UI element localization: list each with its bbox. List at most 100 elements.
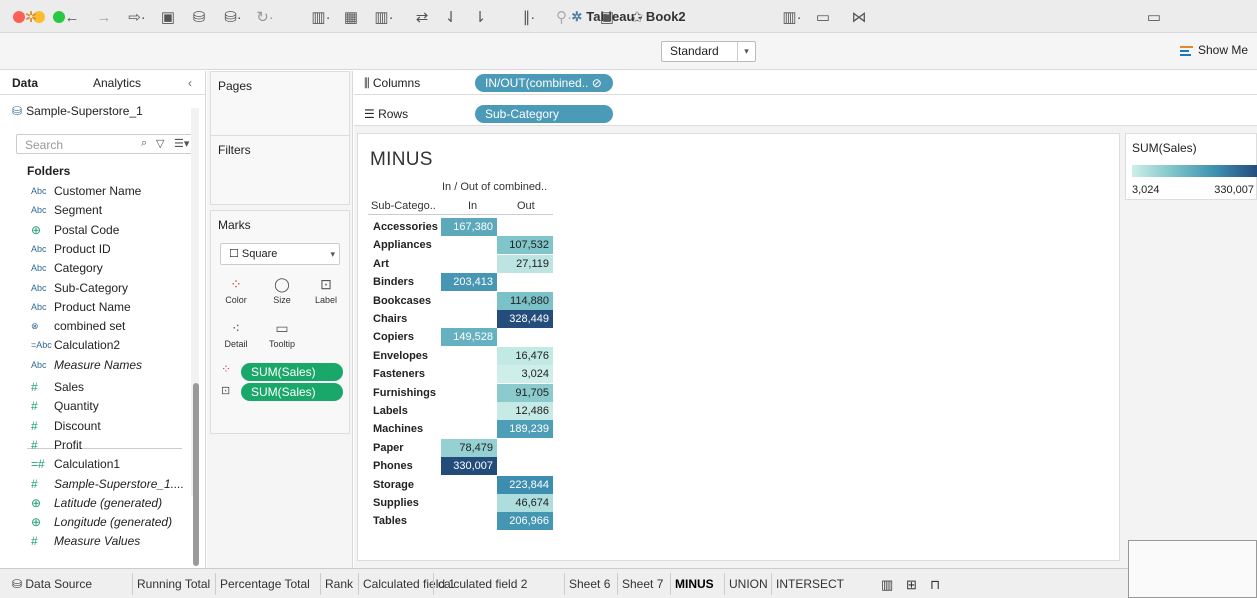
cell-out[interactable]: 27,119 — [497, 254, 553, 273]
tab-analytics[interactable]: Analytics — [93, 76, 141, 90]
new-dashboard-tab-icon[interactable]: ⊞ — [906, 577, 917, 593]
row-label[interactable]: Paper — [373, 439, 404, 457]
show-cards-icon[interactable]: ▥· — [776, 8, 808, 28]
sheet-tab[interactable]: Rank — [325, 577, 353, 591]
share-icon[interactable]: ⋈ — [849, 8, 869, 28]
search-icon[interactable]: ⌕ — [141, 137, 147, 150]
redo-icon[interactable]: → — [94, 8, 114, 28]
sheet-tab[interactable]: Percentage Total — [220, 577, 310, 591]
show-mark-labels-icon[interactable]: ▣ — [597, 8, 617, 28]
clear-sheet-icon[interactable]: ▥· — [368, 8, 400, 28]
cell-out[interactable]: 223,844 — [497, 475, 553, 494]
viz-canvas[interactable]: MINUS In / Out of combined.. Sub-Catego.… — [357, 133, 1120, 561]
datasource-item[interactable]: ⛁ Sample-Superstore_1 — [12, 104, 143, 118]
color-legend[interactable]: SUM(Sales) 3,024 330,007 — [1125, 133, 1257, 200]
tableau-home-icon[interactable]: ✲ — [20, 8, 42, 28]
row-label[interactable]: Art — [373, 255, 389, 273]
collapse-pane-icon[interactable]: ‹ — [188, 76, 192, 90]
view-options-icon[interactable]: ☰▾ — [174, 137, 189, 150]
tab-data[interactable]: Data — [12, 76, 38, 90]
filters-card[interactable]: Filters — [210, 135, 350, 205]
color-button[interactable]: ⁘ Color — [221, 273, 251, 313]
row-label[interactable]: Phones — [373, 457, 413, 475]
row-header-subcategory[interactable]: Sub-Catego.. — [371, 200, 436, 212]
cell-in[interactable]: 330,007 — [441, 457, 497, 476]
presentation-icon[interactable]: ▭ — [1143, 8, 1165, 28]
cell-in[interactable]: 167,380 — [441, 218, 497, 236]
column-header-in[interactable]: In — [468, 200, 477, 212]
sheet-tab[interactable]: MINUS — [675, 577, 714, 591]
row-label[interactable]: Envelopes — [373, 347, 428, 365]
mark-type-dropdown[interactable]: ☐ Square ▾ — [220, 243, 340, 265]
tooltip-button[interactable]: ▭ Tooltip — [267, 317, 297, 357]
rows-subcategory-pill[interactable]: Sub-Category — [475, 105, 613, 123]
row-label[interactable]: Supplies — [373, 494, 419, 512]
row-label[interactable]: Accessories — [373, 218, 438, 236]
sheet-tab[interactable]: Sheet 7 — [622, 577, 663, 591]
cell-out[interactable]: 16,476 — [497, 346, 553, 365]
pause-updates-icon[interactable]: ⛁· — [218, 8, 248, 28]
show-me-button[interactable]: Show Me — [1180, 43, 1248, 58]
sheet-tab[interactable]: INTERSECT — [776, 577, 844, 591]
cell-out[interactable]: 189,239 — [497, 420, 553, 439]
row-label[interactable]: Binders — [373, 273, 414, 291]
sheet-tab[interactable]: Sheet 6 — [569, 577, 610, 591]
sheet-tab[interactable]: UNION — [729, 577, 768, 591]
search-field[interactable]: Search ⌕ ▽ ☰▾ — [16, 134, 197, 154]
row-label[interactable]: Copiers — [373, 328, 414, 346]
cell-out[interactable]: 114,880 — [497, 291, 553, 310]
sort-ascending-icon[interactable]: ⇃ — [441, 8, 461, 28]
new-worksheet-tab-icon[interactable]: ▥ — [881, 577, 893, 593]
cell-out[interactable]: 91,705 — [497, 383, 553, 402]
highlight-icon[interactable]: ∥· — [513, 8, 545, 28]
row-label[interactable]: Chairs — [373, 310, 407, 328]
sheet-tab[interactable]: Running Total — [137, 577, 210, 591]
columns-shelf[interactable]: ⫼ Columns IN/OUT(combined.. ⊘ — [354, 71, 1257, 95]
sheet-preview-thumbnail[interactable] — [1128, 540, 1257, 598]
group-members-icon[interactable]: ⚲· — [548, 8, 580, 28]
fit-dropdown[interactable]: Standard ▾ — [661, 41, 756, 62]
filter-icon[interactable]: ▽ — [156, 137, 164, 150]
cell-in[interactable]: 78,479 — [441, 438, 497, 457]
refresh-icon[interactable]: ↻· — [250, 8, 280, 28]
paste-icon[interactable]: ⇨· — [120, 8, 154, 28]
color-sales-pill[interactable]: SUM(Sales) — [241, 363, 343, 381]
row-label[interactable]: Labels — [373, 402, 408, 420]
detail-button[interactable]: ⁖ Detail — [221, 317, 251, 357]
data-source-tab[interactable]: ⛁ Data Source — [12, 577, 92, 591]
cell-out[interactable]: 328,449 — [497, 310, 553, 328]
new-datasource-icon[interactable]: ⛁ — [189, 8, 209, 28]
size-button[interactable]: ◯ Size — [267, 273, 297, 313]
data-pane-scroll-thumb[interactable] — [193, 383, 199, 566]
row-label[interactable]: Furnishings — [373, 384, 436, 402]
cell-out[interactable]: 12,486 — [497, 402, 553, 420]
cell-in[interactable]: 203,413 — [441, 273, 497, 292]
undo-icon[interactable]: ← — [62, 8, 82, 28]
columns-inout-pill[interactable]: IN/OUT(combined.. ⊘ — [475, 74, 613, 92]
row-label[interactable]: Storage — [373, 476, 414, 494]
cell-in[interactable]: 149,528 — [441, 328, 497, 347]
column-header-out[interactable]: Out — [517, 200, 535, 212]
label-button[interactable]: ⊡ Label — [311, 273, 341, 313]
sheet-tab[interactable]: calculated field 2 — [438, 577, 527, 591]
cell-out[interactable]: 206,966 — [497, 512, 553, 531]
duplicate-sheet-icon[interactable]: ▦ — [340, 8, 362, 28]
row-label[interactable]: Machines — [373, 420, 423, 438]
pages-card[interactable]: Pages — [210, 71, 350, 139]
cell-out[interactable]: 107,532 — [497, 236, 553, 255]
presentation-mode-icon[interactable]: ▭ — [812, 8, 834, 28]
save-icon[interactable]: ▣ — [158, 8, 178, 28]
fix-axes-icon[interactable]: ✩ — [627, 8, 647, 28]
cell-out[interactable]: 46,674 — [497, 494, 553, 512]
rows-shelf[interactable]: ☰ Rows Sub-Category — [354, 102, 1257, 126]
row-label[interactable]: Appliances — [373, 236, 432, 254]
sort-descending-icon[interactable]: ⇂ — [470, 8, 490, 28]
cell-out[interactable]: 3,024 — [497, 365, 553, 384]
row-label[interactable]: Fasteners — [373, 365, 425, 383]
new-worksheet-icon[interactable]: ▥· — [305, 8, 337, 28]
new-story-tab-icon[interactable]: ⊓ — [930, 577, 940, 593]
row-label[interactable]: Tables — [373, 512, 407, 530]
swap-axes-icon[interactable]: ⇄ — [412, 8, 432, 28]
label-sales-pill[interactable]: SUM(Sales) — [241, 383, 343, 401]
row-label[interactable]: Bookcases — [373, 292, 431, 310]
